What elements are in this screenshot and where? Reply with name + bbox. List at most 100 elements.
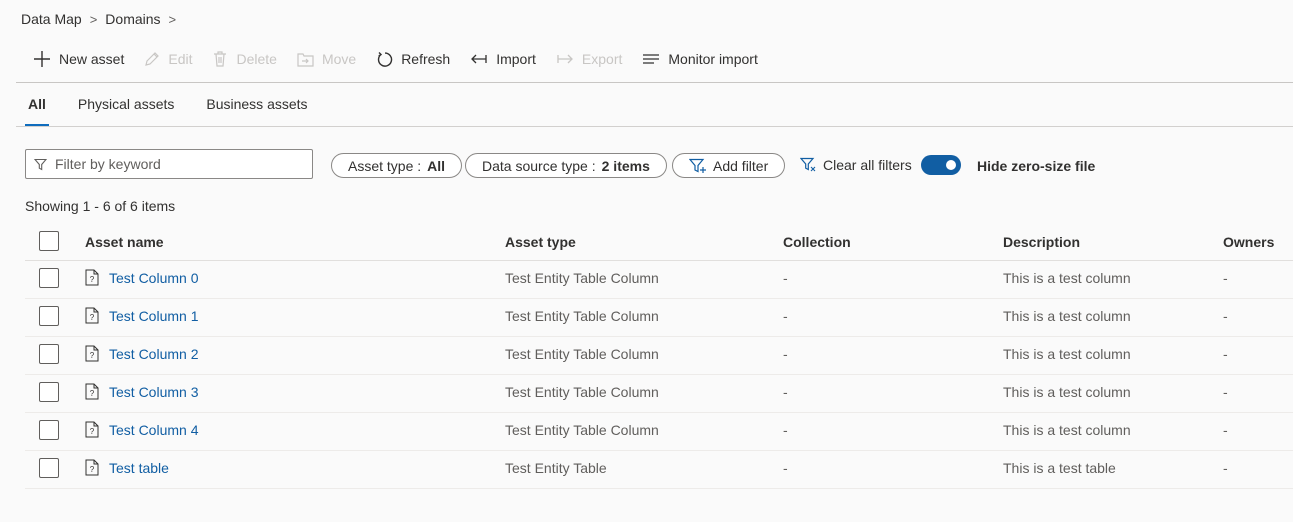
new-asset-button[interactable]: New asset (33, 50, 124, 68)
new-asset-label: New asset (59, 51, 125, 67)
row-checkbox[interactable] (39, 420, 59, 440)
table-row[interactable]: ? Test table Test Entity Table - This is… (25, 450, 1293, 489)
description-cell: This is a test column (1003, 422, 1131, 438)
table-row[interactable]: ? Test Column 1 Test Entity Table Column… (25, 298, 1293, 337)
svg-text:?: ? (90, 427, 95, 436)
asset-name-link[interactable]: Test table (109, 460, 169, 476)
import-button[interactable]: Import (470, 51, 536, 67)
row-checkbox[interactable] (39, 458, 59, 478)
refresh-button[interactable]: Refresh (376, 51, 450, 68)
edit-label: Edit (168, 51, 193, 67)
description-cell: This is a test table (1003, 460, 1116, 476)
filter-add-icon (689, 158, 706, 173)
row-checkbox[interactable] (39, 306, 59, 326)
command-bar: New asset Edit Delete Move Refresh Impor… (33, 48, 778, 70)
tab-all[interactable]: All (25, 96, 49, 126)
asset-type-cell: Test Entity Table Column (505, 384, 659, 400)
hide-zero-size-label: Hide zero-size file (977, 158, 1096, 174)
column-asset-name[interactable]: Asset name (85, 234, 164, 250)
owners-cell: - (1223, 270, 1228, 286)
asset-type-cell: Test Entity Table Column (505, 270, 659, 286)
move-label: Move (321, 51, 357, 67)
add-filter-label: Add filter (713, 157, 769, 174)
asset-tabs: All Physical assets Business assets (25, 96, 308, 126)
table-row[interactable]: ? Test Column 4 Test Entity Table Column… (25, 412, 1293, 451)
tab-physical-assets[interactable]: Physical assets (78, 96, 174, 126)
description-cell: This is a test column (1003, 270, 1131, 286)
hide-zero-size-toggle[interactable] (921, 155, 961, 175)
unknown-file-icon: ? (85, 459, 99, 476)
data-source-type-filter-value: 2 items (601, 157, 650, 174)
divider (16, 82, 1293, 83)
edit-button[interactable]: Edit (144, 51, 192, 67)
add-filter-button[interactable]: Add filter (672, 153, 786, 178)
unknown-file-icon: ? (85, 345, 99, 362)
asset-type-filter-label: Asset type : (348, 157, 422, 174)
owners-cell: - (1223, 384, 1228, 400)
column-description[interactable]: Description (1003, 234, 1080, 250)
table-row[interactable]: ? Test Column 0 Test Entity Table Column… (25, 260, 1293, 299)
asset-type-cell: Test Entity Table Column (505, 308, 659, 324)
column-owners[interactable]: Owners (1223, 234, 1274, 250)
monitor-import-button[interactable]: Monitor import (642, 51, 758, 67)
column-collection[interactable]: Collection (783, 234, 851, 250)
delete-button[interactable]: Delete (212, 51, 277, 67)
arrow-export-icon (557, 54, 573, 64)
item-count: Showing 1 - 6 of 6 items (25, 198, 176, 214)
breadcrumb-domains[interactable]: Domains (105, 11, 160, 27)
export-label: Export (581, 51, 623, 67)
delete-label: Delete (236, 51, 277, 67)
collection-cell: - (783, 384, 788, 400)
collection-cell: - (783, 270, 788, 286)
asset-name-link[interactable]: Test Column 2 (109, 346, 198, 362)
svg-text:?: ? (90, 275, 95, 284)
asset-name-link[interactable]: Test Column 1 (109, 308, 198, 324)
table-row[interactable]: ? Test Column 3 Test Entity Table Column… (25, 374, 1293, 413)
keyword-filter-input[interactable] (53, 155, 297, 173)
row-checkbox[interactable] (39, 382, 59, 402)
asset-name-link[interactable]: Test Column 4 (109, 422, 198, 438)
description-cell: This is a test column (1003, 308, 1131, 324)
toggle-knob (946, 160, 956, 170)
description-cell: This is a test column (1003, 384, 1131, 400)
export-button[interactable]: Export (556, 51, 622, 67)
svg-text:?: ? (90, 389, 95, 398)
row-checkbox[interactable] (39, 268, 59, 288)
asset-type-cell: Test Entity Table Column (505, 346, 659, 362)
asset-name-link[interactable]: Test Column 0 (109, 270, 198, 286)
description-cell: This is a test column (1003, 346, 1131, 362)
table-row[interactable]: ? Test Column 2 Test Entity Table Column… (25, 336, 1293, 375)
owners-cell: - (1223, 422, 1228, 438)
keyword-filter-box (25, 149, 313, 179)
asset-name-link[interactable]: Test Column 3 (109, 384, 198, 400)
collection-cell: - (783, 460, 788, 476)
trash-icon (214, 51, 227, 67)
breadcrumb-data-map[interactable]: Data Map (21, 11, 82, 27)
collection-cell: - (783, 308, 788, 324)
owners-cell: - (1223, 308, 1228, 324)
svg-text:?: ? (90, 351, 95, 360)
svg-text:?: ? (90, 465, 95, 474)
refresh-label: Refresh (401, 51, 451, 67)
filter-clear-icon (800, 157, 816, 172)
folder-move-icon (297, 52, 314, 67)
asset-type-filter-value: All (427, 157, 446, 174)
refresh-icon (378, 51, 393, 67)
select-all-checkbox[interactable] (39, 231, 59, 251)
breadcrumb: Data Map > Domains > (21, 11, 178, 27)
chevron-right-icon: > (89, 11, 98, 27)
list-lines-icon (643, 54, 660, 64)
row-checkbox[interactable] (39, 344, 59, 364)
column-asset-type[interactable]: Asset type (505, 234, 576, 250)
owners-cell: - (1223, 346, 1228, 362)
owners-cell: - (1223, 460, 1228, 476)
collection-cell: - (783, 422, 788, 438)
plus-icon (34, 51, 50, 67)
data-source-type-filter[interactable]: Data source type : 2 items (465, 153, 667, 178)
move-button[interactable]: Move (297, 51, 356, 67)
asset-type-cell: Test Entity Table Column (505, 422, 659, 438)
asset-type-filter[interactable]: Asset type : All (331, 153, 463, 178)
import-label: Import (496, 51, 536, 67)
tab-business-assets[interactable]: Business assets (206, 96, 307, 126)
clear-all-filters-button[interactable]: Clear all filters (800, 157, 912, 173)
